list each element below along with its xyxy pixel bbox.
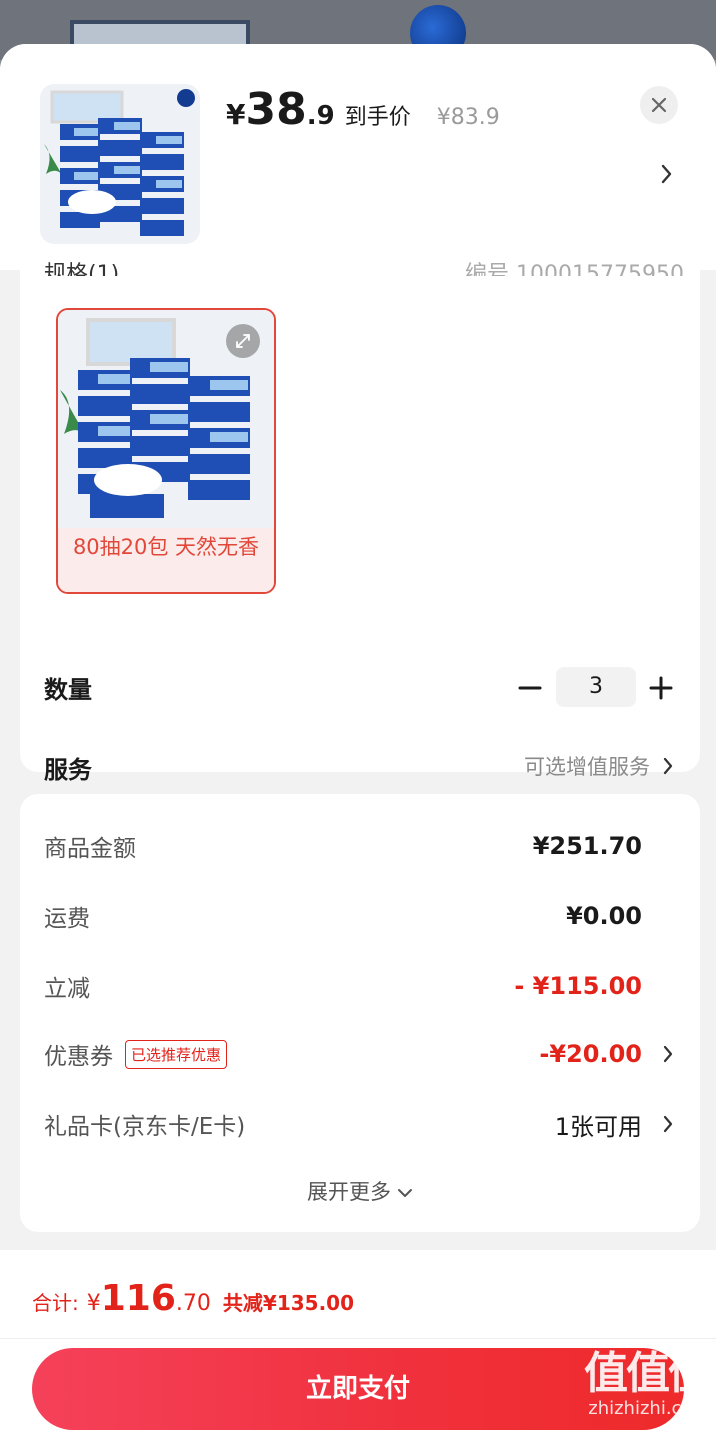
gift-card-label: 礼品卡(京东卡/E卡)	[44, 1114, 246, 1140]
discount-row: 立减 - ¥115.00	[44, 968, 674, 1004]
coupon-value: -¥20.00	[539, 1040, 642, 1068]
price-decimal: .9	[306, 101, 335, 131]
expand-more-button[interactable]: 展开更多	[20, 1176, 700, 1206]
spec-option-label: 80抽20包 天然无香	[58, 528, 274, 592]
spec-quantity-card: 规格(1) 编号 100015775950 80抽20包 天然无香 数量 3 服…	[20, 262, 700, 784]
coupon-recommended-badge: 已选推荐优惠	[125, 1039, 228, 1069]
price-currency: ¥	[226, 98, 246, 131]
spec-group-title: 规格(1)	[44, 262, 120, 276]
quantity-label: 数量	[44, 676, 92, 704]
quantity-decrease-button[interactable]	[516, 674, 544, 702]
total-saved: 共减¥135.00	[222, 1291, 354, 1315]
service-value: 可选增值服务	[524, 755, 650, 779]
shipping-label: 运费	[44, 906, 90, 932]
total-decimal: .70	[175, 1291, 211, 1316]
price-row: ¥ 38 .9 到手价 ¥83.9	[226, 84, 500, 135]
expand-arrows-icon	[236, 334, 250, 348]
discount-label: 立减	[44, 976, 90, 1002]
gift-card-value: 1张可用	[554, 1112, 642, 1141]
gift-card-row[interactable]: 礼品卡(京东卡/E卡) 1张可用	[44, 1106, 674, 1142]
price-integer: 38	[245, 84, 307, 135]
shipping-value: ¥0.00	[566, 902, 642, 930]
shipping-row: 运费 ¥0.00	[44, 898, 674, 934]
goods-amount-row: 商品金额 ¥251.70	[44, 828, 674, 864]
watermark-logo: 值值值	[584, 1348, 712, 1399]
chevron-right-icon	[663, 757, 673, 775]
service-label: 服务	[44, 756, 92, 784]
price-breakdown-card: 商品金额 ¥251.70 运费 ¥0.00 立减 - ¥115.00 优惠券 已…	[20, 794, 700, 1232]
expand-more-label: 展开更多	[307, 1180, 391, 1204]
spec-section-header: 规格(1) 编号 100015775950	[44, 256, 684, 276]
goods-amount-value: ¥251.70	[532, 832, 642, 860]
service-selector[interactable]: 可选增值服务	[450, 750, 674, 782]
chevron-right-icon	[663, 1045, 673, 1063]
goods-amount-label: 商品金额	[44, 836, 136, 862]
original-price: ¥83.9	[436, 105, 500, 130]
chevron-right-icon	[663, 1115, 673, 1133]
chevron-right-icon[interactable]	[656, 160, 676, 188]
site-watermark: 值值值 zhizhizhi.com	[560, 1348, 712, 1430]
chevron-down-icon	[398, 1189, 412, 1197]
quantity-input[interactable]: 3	[556, 667, 636, 707]
total-currency: ¥	[86, 1291, 101, 1316]
footer-divider	[0, 1338, 716, 1339]
sku-number: 编号 100015775950	[465, 262, 684, 276]
product-thumbnail[interactable]	[40, 84, 200, 244]
image-preview-button[interactable]	[226, 324, 260, 358]
quantity-increase-button[interactable]	[648, 675, 674, 701]
total-summary: 合计: ¥ 116 .70 共减¥135.00	[32, 1278, 354, 1319]
total-integer: 116	[100, 1278, 176, 1319]
coupon-label: 优惠券	[44, 1044, 113, 1070]
watermark-url: zhizhizhi.com	[588, 1398, 710, 1419]
sku-selection-sheet: ¥ 38 .9 到手价 ¥83.9 规格(1) 编号 100015775950	[0, 44, 716, 1436]
sheet-header: ¥ 38 .9 到手价 ¥83.9	[0, 44, 716, 270]
coupon-row[interactable]: 优惠券 已选推荐优惠 -¥20.00	[44, 1036, 674, 1072]
close-button[interactable]	[640, 86, 678, 124]
final-price-tag: 到手价	[344, 105, 411, 130]
discount-value: - ¥115.00	[514, 972, 642, 1000]
close-icon	[651, 97, 667, 113]
total-label: 合计:	[32, 1291, 79, 1315]
spec-option-selected[interactable]: 80抽20包 天然无香	[56, 308, 276, 594]
